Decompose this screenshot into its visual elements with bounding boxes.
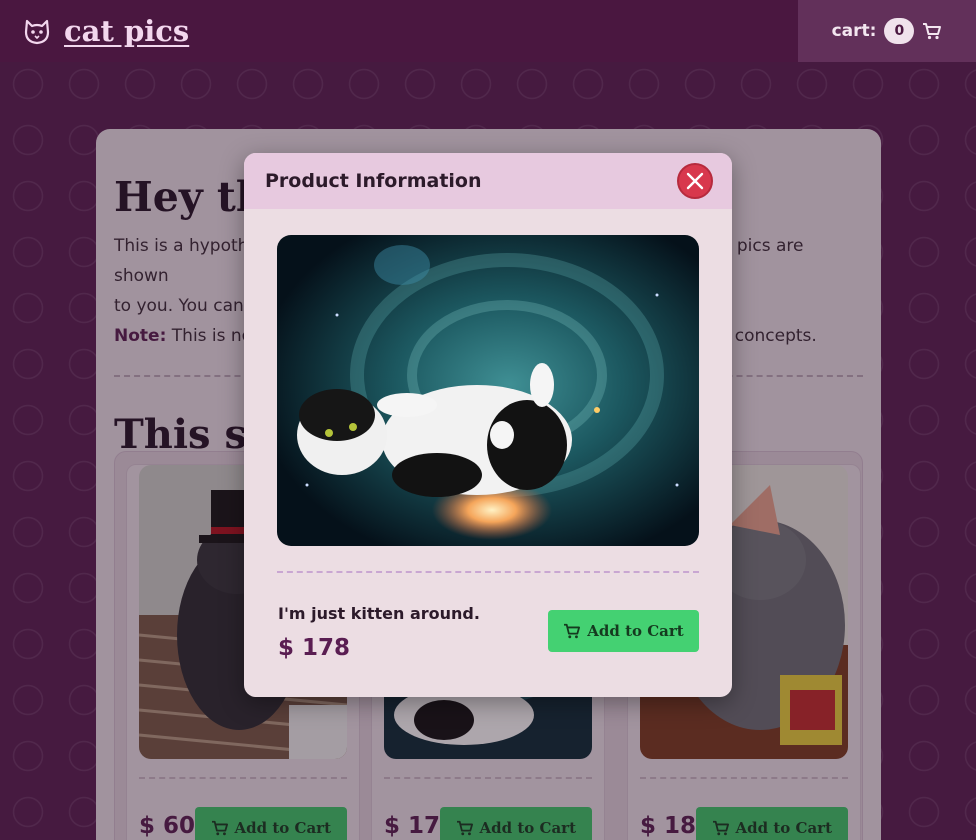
modal-divider (277, 571, 699, 573)
cat-face-icon (24, 19, 50, 45)
brand[interactable]: cat pics (22, 14, 189, 48)
cart-label: cart: (831, 21, 877, 41)
modal-header: Product Information (244, 153, 732, 209)
shopping-cart-icon (923, 23, 942, 40)
brand-name[interactable]: cat pics (64, 14, 189, 48)
shopping-cart-icon (564, 623, 581, 639)
top-navbar: cat pics cart: 0 (0, 0, 976, 62)
cart-count-badge: 0 (884, 18, 915, 44)
close-button[interactable] (677, 163, 713, 199)
modal-title: Product Information (265, 170, 482, 192)
modal-product-description: I'm just kitten around. (278, 604, 480, 623)
cart-button[interactable]: cart: 0 (798, 0, 976, 62)
modal-product-price: $ 178 (278, 635, 351, 661)
close-x-icon (686, 172, 704, 190)
modal-product-photo-space-cat (277, 235, 699, 546)
modal-add-to-cart-label: Add to Cart (587, 622, 684, 640)
modal-add-to-cart-button[interactable]: Add to Cart (548, 610, 699, 652)
product-info-modal: Product Information I'm just kitten arou… (244, 153, 732, 697)
